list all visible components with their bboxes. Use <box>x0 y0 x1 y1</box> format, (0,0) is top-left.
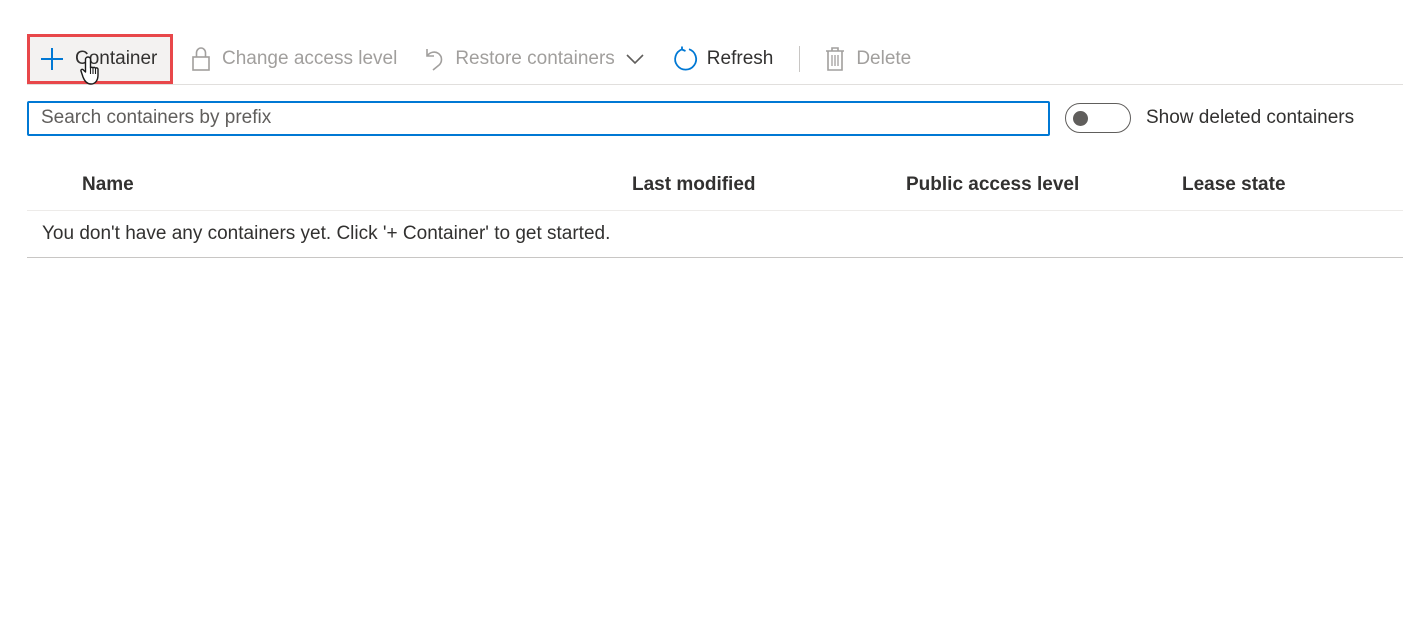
trash-icon <box>822 46 848 72</box>
show-deleted-toggle[interactable] <box>1065 103 1131 133</box>
column-header-name[interactable]: Name <box>82 174 134 196</box>
filter-row: Show deleted containers <box>27 100 1403 136</box>
column-header-last-modified[interactable]: Last modified <box>632 174 756 196</box>
chevron-down-icon[interactable] <box>625 53 645 65</box>
refresh-icon <box>673 46 699 72</box>
lock-icon <box>188 46 214 72</box>
column-header-public-access-level[interactable]: Public access level <box>906 174 1079 196</box>
containers-table: Name Last modified Public access level L… <box>27 160 1403 258</box>
plus-icon <box>39 46 65 72</box>
empty-state-message: You don't have any containers yet. Click… <box>27 211 1403 258</box>
command-bar: Container Change access level Restore co… <box>27 34 1403 85</box>
table-header: Name Last modified Public access level L… <box>27 160 1403 211</box>
restore-containers-label: Restore containers <box>455 48 615 69</box>
containers-page: Container Change access level Restore co… <box>0 0 1403 638</box>
refresh-button[interactable]: Refresh <box>665 37 782 81</box>
column-header-lease-state[interactable]: Lease state <box>1182 174 1286 196</box>
toggle-knob <box>1073 111 1088 126</box>
toolbar-divider <box>799 46 801 72</box>
search-input[interactable] <box>27 100 1050 136</box>
show-deleted-label: Show deleted containers <box>1146 107 1355 128</box>
show-deleted-toggle-group: Show deleted containers <box>1065 103 1354 133</box>
refresh-label: Refresh <box>706 48 774 69</box>
restore-containers-button[interactable]: Restore containers <box>413 37 652 81</box>
add-container-button[interactable]: Container <box>27 34 173 85</box>
change-access-level-button[interactable]: Change access level <box>180 37 405 81</box>
change-access-level-label: Change access level <box>222 48 398 69</box>
delete-button[interactable]: Delete <box>814 37 919 81</box>
undo-icon <box>421 46 447 72</box>
delete-label: Delete <box>856 48 912 69</box>
add-container-label: Container <box>75 48 158 69</box>
